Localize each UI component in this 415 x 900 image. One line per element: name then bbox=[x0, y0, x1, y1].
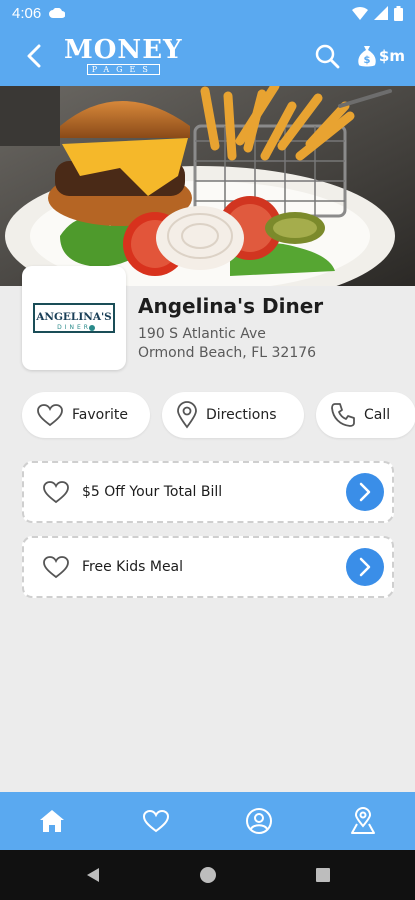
logo-sub-text: PAGES bbox=[86, 64, 160, 75]
money-pages-logo[interactable]: MONEY PAGES bbox=[64, 37, 183, 75]
deal-card[interactable]: $5 Off Your Total Bill bbox=[22, 461, 394, 523]
recents-square-icon[interactable] bbox=[315, 867, 331, 883]
business-logo-sub-text: DINER bbox=[57, 324, 91, 331]
directions-button[interactable]: Directions bbox=[162, 392, 304, 438]
map-pin-icon bbox=[351, 807, 376, 834]
status-time: 4:06 bbox=[12, 4, 42, 22]
money-bag-button[interactable]: $ $m bbox=[357, 44, 405, 68]
search-button[interactable] bbox=[311, 40, 343, 72]
deal-open-button[interactable] bbox=[346, 548, 384, 586]
logo-main-text: MONEY bbox=[64, 35, 183, 65]
deal-card[interactable]: Free Kids Meal bbox=[22, 536, 394, 598]
favorite-button[interactable]: Favorite bbox=[22, 392, 150, 438]
directions-label: Directions bbox=[206, 407, 277, 423]
user-circle-icon bbox=[246, 808, 273, 834]
svg-text:$: $ bbox=[363, 55, 370, 66]
hero-food-image bbox=[0, 86, 415, 286]
system-nav-bar bbox=[0, 850, 415, 900]
heart-icon bbox=[37, 404, 63, 427]
nav-favorites[interactable] bbox=[126, 792, 186, 850]
business-address-line1: 190 S Atlantic Ave bbox=[138, 326, 266, 342]
deal-title: $5 Off Your Total Bill bbox=[82, 484, 223, 500]
chevron-right-icon bbox=[359, 557, 371, 577]
business-logo: ANGELINA'S DINER bbox=[22, 266, 126, 370]
deal-title: Free Kids Meal bbox=[82, 559, 184, 575]
phone-icon bbox=[331, 403, 355, 427]
money-bag-icon: $ bbox=[358, 46, 376, 67]
business-name: Angelina's Diner bbox=[138, 294, 324, 318]
heart-icon[interactable] bbox=[42, 555, 70, 579]
chevron-right-icon bbox=[359, 482, 371, 502]
nav-map[interactable] bbox=[333, 792, 393, 850]
favorite-label: Favorite bbox=[72, 407, 128, 423]
call-button[interactable]: Call bbox=[316, 392, 415, 438]
heart-icon bbox=[142, 809, 169, 833]
home-circle-icon[interactable] bbox=[199, 866, 217, 884]
heart-icon[interactable] bbox=[42, 480, 70, 504]
cloud-icon bbox=[49, 8, 66, 18]
nav-home[interactable] bbox=[22, 792, 82, 850]
home-icon bbox=[39, 810, 64, 832]
status-bar: 4:06 bbox=[0, 0, 415, 26]
call-label: Call bbox=[364, 407, 391, 423]
nav-profile[interactable] bbox=[229, 792, 289, 850]
deal-open-button[interactable] bbox=[346, 473, 384, 511]
search-icon bbox=[315, 44, 340, 69]
app-header: MONEY PAGES $ $m bbox=[0, 26, 415, 86]
back-triangle-icon[interactable] bbox=[85, 866, 101, 884]
location-pin-icon bbox=[177, 401, 197, 429]
chevron-left-icon bbox=[27, 44, 41, 68]
bottom-nav bbox=[0, 792, 415, 850]
business-logo-main-text: ANGELINA'S bbox=[35, 311, 112, 323]
signal-icon bbox=[374, 6, 388, 20]
battery-icon bbox=[394, 5, 403, 21]
money-label: $m bbox=[378, 47, 405, 65]
wifi-icon bbox=[352, 7, 368, 20]
business-address-line2: Ormond Beach, FL 32176 bbox=[138, 345, 317, 361]
back-button[interactable] bbox=[10, 26, 58, 86]
